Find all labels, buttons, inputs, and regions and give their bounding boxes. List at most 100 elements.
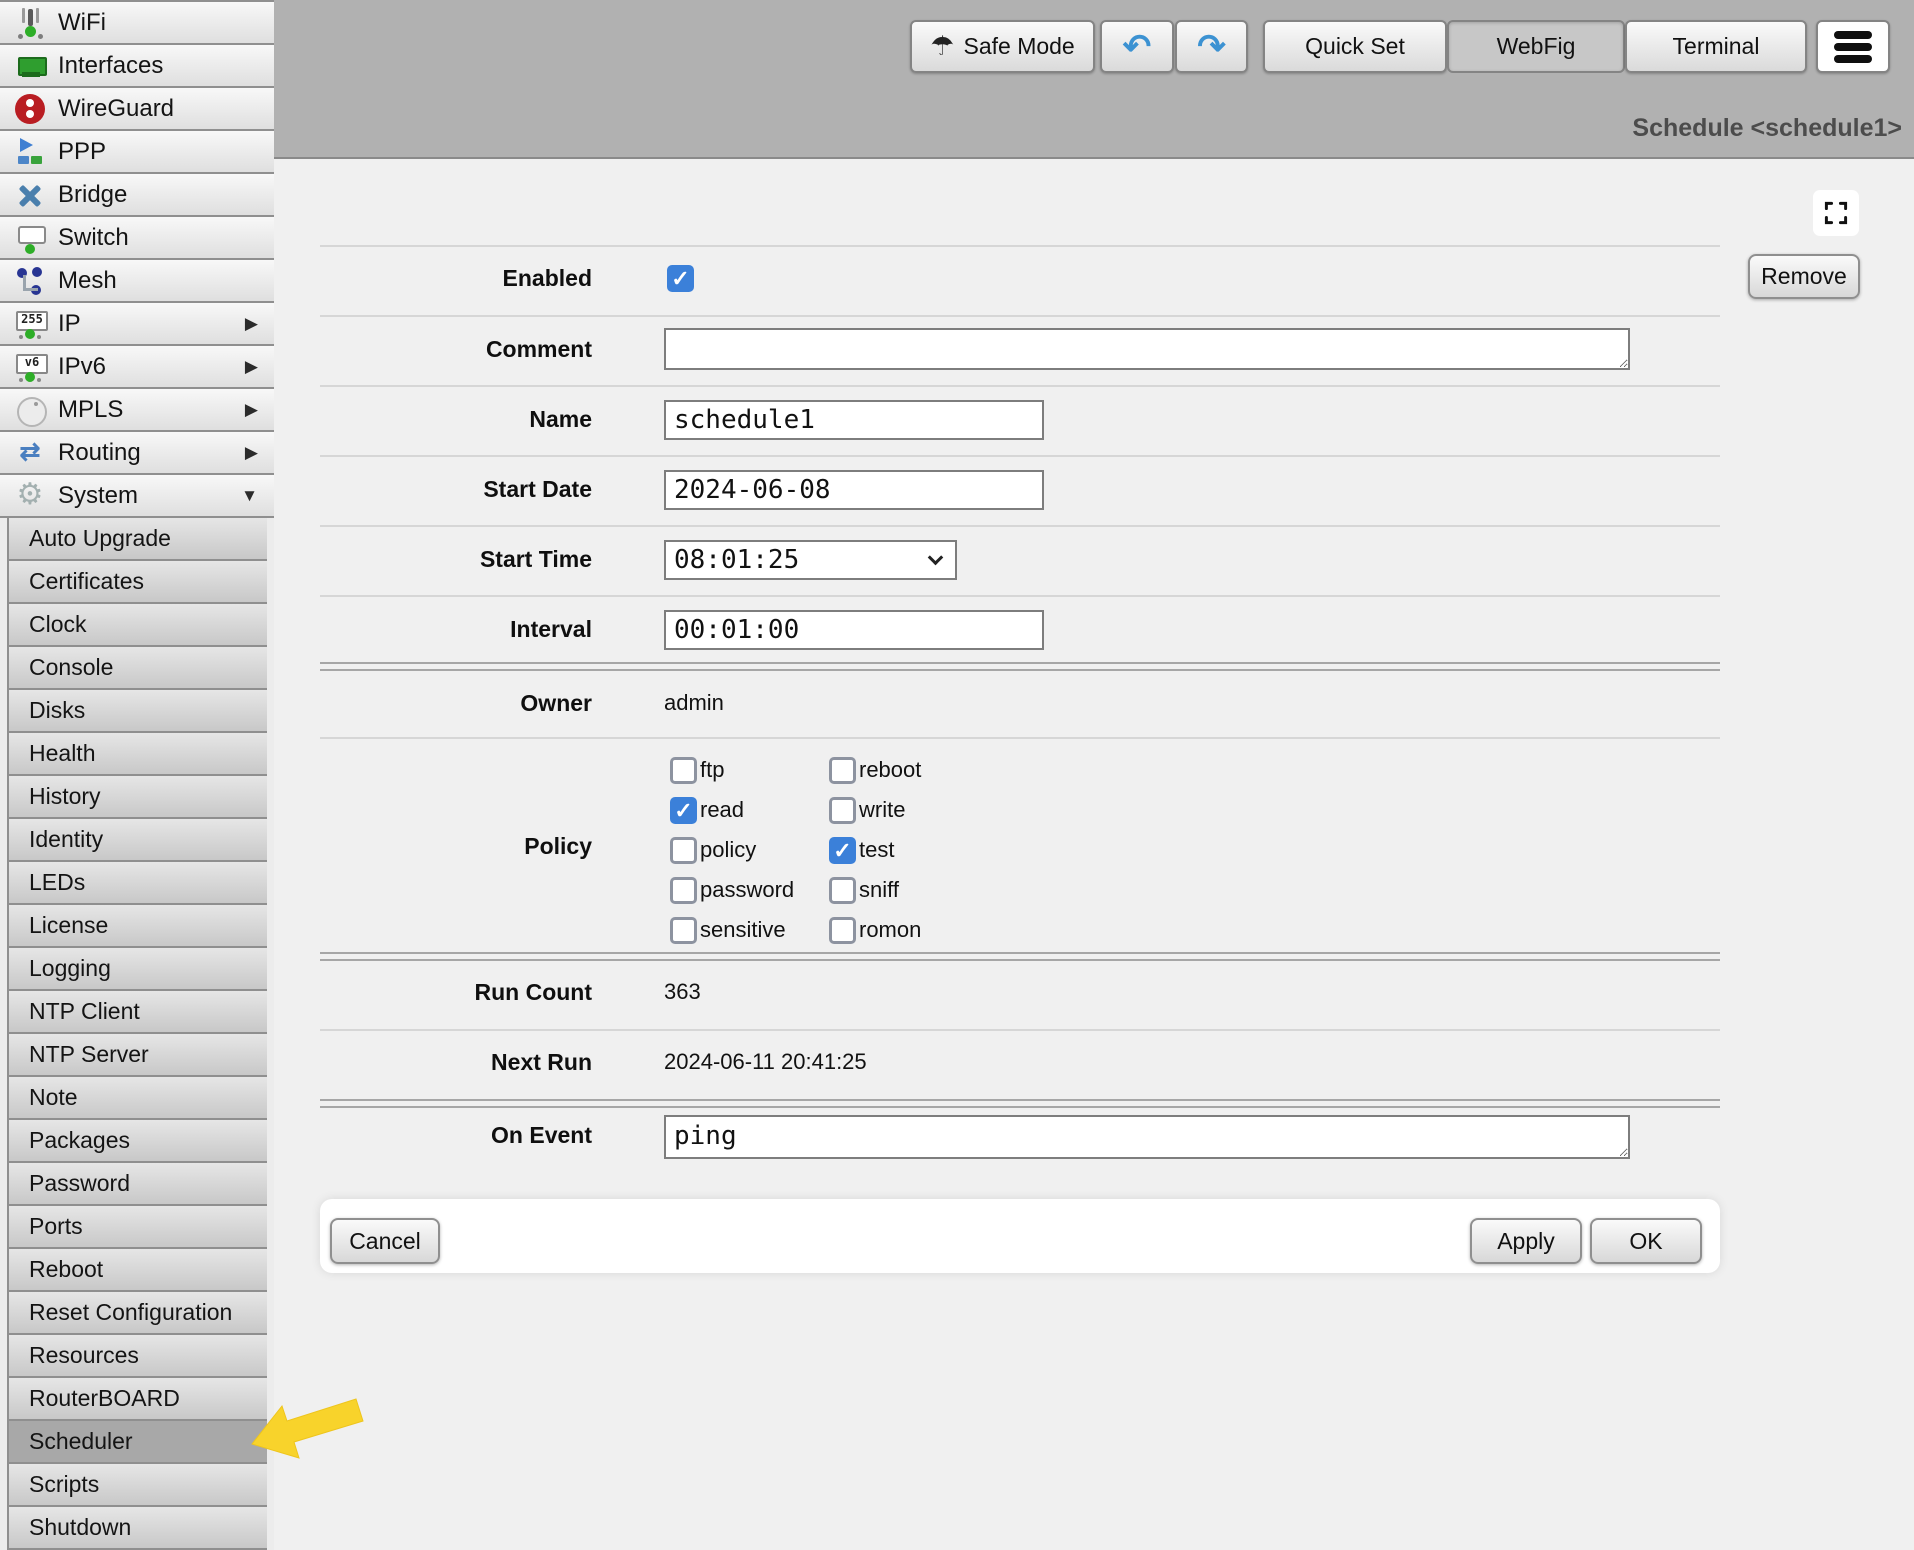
sidebar-subitem[interactable]: RouterBOARD xyxy=(9,1378,267,1421)
sidebar-item[interactable]: Bridge xyxy=(0,174,274,217)
policy-checkbox[interactable]: policy xyxy=(667,830,826,870)
sidebar-subitem-label: Scripts xyxy=(29,1471,99,1498)
sidebar-item-icon xyxy=(13,221,47,255)
sidebar-subitem[interactable]: LEDs xyxy=(9,862,267,905)
interval-input[interactable] xyxy=(664,610,1044,650)
sidebar-subitem[interactable]: Ports xyxy=(9,1206,267,1249)
cancel-label: Cancel xyxy=(349,1228,421,1255)
policy-checkbox[interactable]: password xyxy=(667,870,826,910)
remove-button[interactable]: Remove xyxy=(1748,254,1860,299)
submenu-arrow-icon: ▶ xyxy=(245,443,274,463)
enabled-checkbox[interactable] xyxy=(667,265,694,292)
start-date-input[interactable] xyxy=(664,470,1044,510)
submenu-arrow-icon: ▶ xyxy=(245,400,274,420)
sidebar-item-label: WiFi xyxy=(58,9,106,37)
fullscreen-icon xyxy=(1819,196,1853,230)
sidebar-subitem[interactable]: Identity xyxy=(9,819,267,862)
sidebar-item[interactable]: IPv6 ▶ xyxy=(0,346,274,389)
sidebar-subitem[interactable]: Shutdown xyxy=(9,1507,267,1550)
policy-checkbox[interactable]: sniff xyxy=(826,870,921,910)
sidebar-subitem-label: Scheduler xyxy=(29,1428,133,1455)
policy-checkbox[interactable]: ftp xyxy=(667,750,826,790)
sidebar-item[interactable]: System ▼ xyxy=(0,475,274,518)
sidebar-item[interactable]: IP ▶ xyxy=(0,303,274,346)
sidebar-subitem[interactable]: Reset Configuration xyxy=(9,1292,267,1335)
apply-label: Apply xyxy=(1497,1228,1555,1255)
policy-checkbox[interactable]: romon xyxy=(826,910,921,950)
sidebar-item-icon xyxy=(13,436,47,470)
sidebar-subitem[interactable]: History xyxy=(9,776,267,819)
sidebar-subitem[interactable]: Password xyxy=(9,1163,267,1206)
tab-webfig[interactable]: WebFig xyxy=(1447,20,1625,73)
interval-label: Interval xyxy=(320,616,592,643)
sidebar-subitem[interactable]: NTP Client xyxy=(9,991,267,1034)
redo-icon: ↷ xyxy=(1197,30,1226,64)
policy-checkbox-box[interactable] xyxy=(670,917,697,944)
policy-checkbox[interactable]: sensitive xyxy=(667,910,826,950)
sidebar-item[interactable]: Mesh xyxy=(0,260,274,303)
sidebar-subitem[interactable]: Disks xyxy=(9,690,267,733)
sidebar-subitem[interactable]: Console xyxy=(9,647,267,690)
run-count-label: Run Count xyxy=(320,979,592,1006)
policy-checkbox-label: reboot xyxy=(859,757,921,783)
ok-label: OK xyxy=(1629,1228,1662,1255)
sidebar-subitem[interactable]: Health xyxy=(9,733,267,776)
policy-checkbox-box[interactable] xyxy=(670,757,697,784)
policy-checkbox[interactable]: reboot xyxy=(826,750,921,790)
name-label: Name xyxy=(320,406,592,433)
sidebar-item[interactable]: PPP xyxy=(0,131,274,174)
undo-icon: ↶ xyxy=(1123,30,1152,64)
divider xyxy=(320,595,1720,597)
sidebar-subitem[interactable]: Packages xyxy=(9,1120,267,1163)
on-event-input[interactable]: ping xyxy=(664,1115,1630,1159)
sidebar-item[interactable]: WiFi xyxy=(0,2,274,45)
undo-button[interactable]: ↶ xyxy=(1100,20,1174,73)
sidebar-item[interactable]: Interfaces xyxy=(0,45,274,88)
owner-label: Owner xyxy=(320,690,592,717)
policy-checkbox-box[interactable] xyxy=(829,837,856,864)
sidebar-item[interactable]: MPLS ▶ xyxy=(0,389,274,432)
redo-button[interactable]: ↷ xyxy=(1175,20,1248,73)
sidebar-subitem[interactable]: Certificates xyxy=(9,561,267,604)
sidebar-subitem[interactable]: Logging xyxy=(9,948,267,991)
policy-checkbox-box[interactable] xyxy=(670,797,697,824)
section-divider xyxy=(320,1099,1720,1108)
policy-checkbox-grid: ftp reboot read write policy xyxy=(667,750,921,950)
policy-checkbox-box[interactable] xyxy=(670,837,697,864)
sidebar-subitem[interactable]: Note xyxy=(9,1077,267,1120)
sidebar-subitem[interactable]: NTP Server xyxy=(9,1034,267,1077)
policy-checkbox-box[interactable] xyxy=(829,797,856,824)
owner-value: admin xyxy=(664,690,724,716)
sidebar-subitem-label: LEDs xyxy=(29,869,85,896)
webfig-app: WiFi Interfaces WireGuard PPP Bridge xyxy=(0,0,1914,1550)
sidebar-item[interactable]: Switch xyxy=(0,217,274,260)
policy-checkbox-box[interactable] xyxy=(829,917,856,944)
apply-button[interactable]: Apply xyxy=(1470,1218,1582,1264)
name-input[interactable] xyxy=(664,400,1044,440)
policy-checkbox[interactable]: read xyxy=(667,790,826,830)
menu-button[interactable] xyxy=(1816,20,1890,73)
sidebar-subitem-label: History xyxy=(29,783,101,810)
policy-checkbox-box[interactable] xyxy=(670,877,697,904)
sidebar-subitem[interactable]: Scheduler xyxy=(9,1421,267,1464)
policy-checkbox[interactable]: test xyxy=(826,830,921,870)
cancel-button[interactable]: Cancel xyxy=(330,1218,440,1264)
sidebar-subitem[interactable]: Scripts xyxy=(9,1464,267,1507)
safe-mode-button[interactable]: ☂ Safe Mode xyxy=(910,20,1095,73)
policy-checkbox-box[interactable] xyxy=(829,757,856,784)
sidebar-subitem[interactable]: Auto Upgrade xyxy=(9,518,267,561)
start-time-select[interactable]: 08:01:25 xyxy=(664,540,957,580)
sidebar-subitem[interactable]: Reboot xyxy=(9,1249,267,1292)
policy-checkbox-box[interactable] xyxy=(829,877,856,904)
tab-terminal[interactable]: Terminal xyxy=(1625,20,1807,73)
sidebar-subitem[interactable]: License xyxy=(9,905,267,948)
tab-quick-set[interactable]: Quick Set xyxy=(1263,20,1447,73)
sidebar-item[interactable]: Routing ▶ xyxy=(0,432,274,475)
ok-button[interactable]: OK xyxy=(1590,1218,1702,1264)
policy-checkbox[interactable]: write xyxy=(826,790,921,830)
sidebar-item[interactable]: WireGuard xyxy=(0,88,274,131)
sidebar-subitem[interactable]: Resources xyxy=(9,1335,267,1378)
comment-input[interactable] xyxy=(664,328,1630,370)
sidebar-subitem[interactable]: Clock xyxy=(9,604,267,647)
fullscreen-button[interactable] xyxy=(1813,190,1859,236)
